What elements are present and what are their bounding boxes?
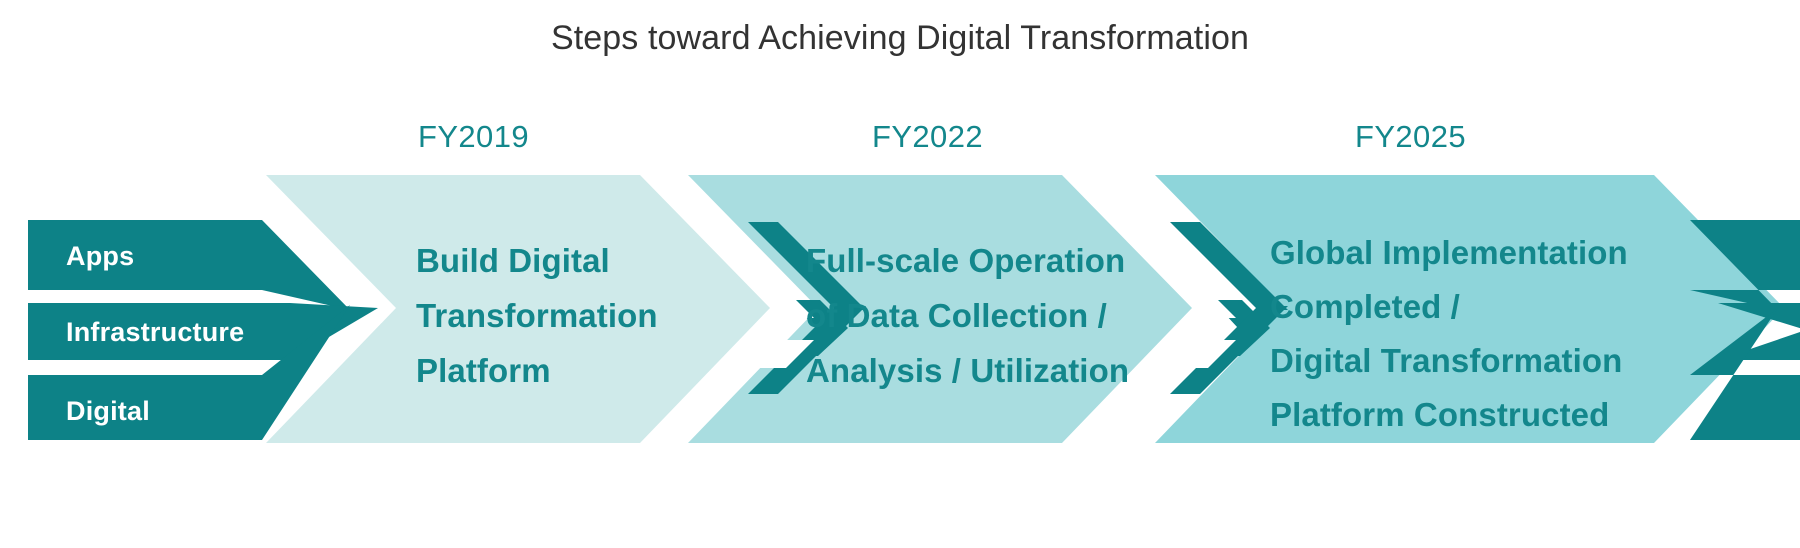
phase2-line-2: of Data Collection / <box>806 297 1107 334</box>
phase3-line-3: Digital Transformation <box>1270 342 1622 379</box>
phase3-line-1: Global Implementation <box>1270 234 1628 271</box>
phase2-line-1: Full-scale Operation <box>806 242 1125 279</box>
phase-text-fy2022: Full-scale Operation of Data Collection … <box>806 242 1129 389</box>
category-label-infrastructure: Infrastructure <box>66 317 244 347</box>
phase3-line-2: Completed / <box>1270 288 1460 325</box>
phase3-line-4: Platform Constructed <box>1270 396 1609 433</box>
category-label-digital: Digital <box>66 396 150 426</box>
process-flow-diagram: Apps Infrastructure Digital Build Digita… <box>28 175 1800 443</box>
category-label-apps: Apps <box>66 241 134 271</box>
phase1-line-2: Transformation <box>416 297 658 334</box>
phase1-line-1: Build Digital <box>416 242 610 279</box>
phase1-line-3: Platform <box>416 352 551 389</box>
diagram-canvas: Steps toward Achieving Digital Transform… <box>0 0 1800 548</box>
phase2-line-3: Analysis / Utilization <box>806 352 1129 389</box>
